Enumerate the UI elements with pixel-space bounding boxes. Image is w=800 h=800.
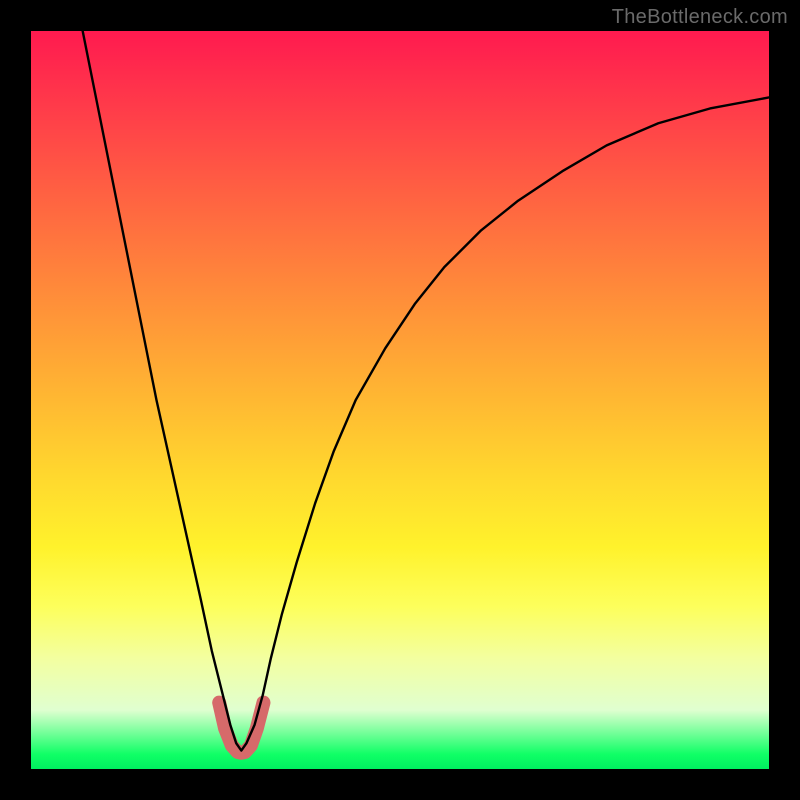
watermark-text: TheBottleneck.com (612, 6, 788, 29)
chart-frame: TheBottleneck.com (0, 0, 800, 800)
bottleneck-curve-path (83, 31, 769, 751)
plot-area (31, 31, 769, 769)
curve-svg (31, 31, 769, 769)
